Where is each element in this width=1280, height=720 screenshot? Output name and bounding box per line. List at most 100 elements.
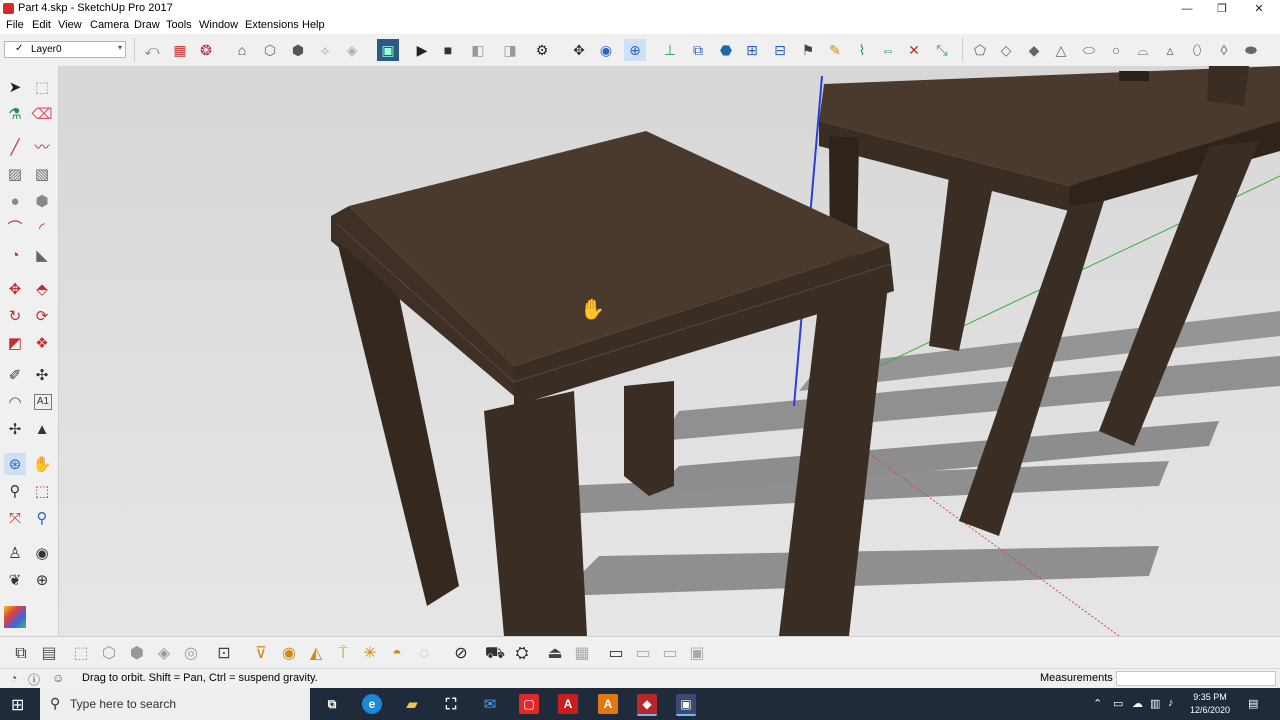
zoom-window-icon[interactable]: ⬚ <box>31 480 53 502</box>
task-view-icon[interactable]: ⧉ <box>322 694 342 714</box>
walk-icon[interactable]: ❦ <box>4 569 26 591</box>
pan-icon[interactable]: ✋ <box>31 453 53 475</box>
2pt-arc-icon[interactable]: ◜ <box>31 217 53 239</box>
cart-icon[interactable]: ⛟ <box>484 643 506 665</box>
grid-icon[interactable]: ▦ <box>571 643 593 665</box>
box-top-icon[interactable]: ⟡ <box>315 40 335 60</box>
taskbar-clock[interactable]: 9:35 PM 12/6/2020 <box>1185 691 1235 717</box>
chevron-down-icon[interactable]: ▾ <box>118 43 122 52</box>
check-icon[interactable]: ⊘ <box>450 643 472 665</box>
user-icon[interactable]: ☺ <box>52 671 66 685</box>
lock-icon[interactable]: ▣ <box>686 643 708 665</box>
rotate-icon[interactable]: ↻ <box>4 305 26 327</box>
views-top-icon[interactable]: ⊞ <box>742 40 762 60</box>
cone-icon[interactable]: ▵ <box>1160 40 1180 60</box>
minimize-button[interactable]: — <box>1170 0 1204 18</box>
store-icon[interactable]: ⛶ <box>441 694 461 714</box>
building-icon[interactable]: ▦ <box>170 40 190 60</box>
components-icon[interactable]: ❂ <box>196 40 216 60</box>
zoom-previous-icon[interactable]: ⚲ <box>31 507 53 529</box>
component-icon[interactable]: ⬚ <box>31 76 53 98</box>
shape-7-icon[interactable]: ⌓ <box>1133 40 1153 60</box>
styles-icon[interactable]: ▤ <box>38 643 60 665</box>
notifications-icon[interactable]: ▤ <box>1248 697 1258 710</box>
tray-cloud-icon[interactable]: ☁ <box>1132 697 1143 710</box>
shape-2-icon[interactable]: ◇ <box>996 40 1016 60</box>
eraser-icon[interactable]: ⌫ <box>31 103 53 125</box>
media-icon[interactable]: ▢ <box>519 694 539 714</box>
play-icon[interactable]: ▶ <box>412 40 432 60</box>
box-blue-icon[interactable]: ⬣ <box>716 40 736 60</box>
dimension-icon[interactable]: ✣ <box>31 364 53 386</box>
pencil-icon[interactable]: ✎ <box>825 40 845 60</box>
arrow-curve-icon[interactable]: ⤺ <box>142 40 162 60</box>
ellipse-icon[interactable]: ⬯ <box>1187 40 1207 60</box>
sandbox-tool-icon[interactable]: ⊡ <box>213 643 235 665</box>
layer-dropdown[interactable]: ✓ Layer0 ▾ <box>4 41 126 58</box>
scene-add-icon[interactable]: ▭ <box>632 643 654 665</box>
windows-start-icon[interactable]: ⊞ <box>11 695 24 715</box>
pie-icon[interactable]: ◔ <box>4 244 26 266</box>
view-record-icon[interactable]: ◨ <box>500 40 520 60</box>
stop-icon[interactable]: ■ <box>438 40 458 60</box>
3d-text-icon[interactable]: ▲ <box>31 418 53 440</box>
taskbar-search[interactable]: ⚲ Type here to search <box>40 688 310 720</box>
sandbox-icon[interactable]: ◈ <box>342 40 362 60</box>
scale-icon[interactable]: ◩ <box>4 332 26 354</box>
monochrome-icon[interactable]: ◎ <box>180 643 202 665</box>
flag-icon[interactable]: ⚑ <box>798 40 818 60</box>
sketchup-task-icon[interactable]: ◆ <box>637 694 657 716</box>
shape-3-icon[interactable]: ◆ <box>1024 40 1044 60</box>
green-tool-icon[interactable]: ⌇ <box>852 40 872 60</box>
close-button[interactable]: ✕ <box>1242 0 1276 18</box>
mail-icon[interactable]: ✉ <box>480 694 500 714</box>
record-icon[interactable]: ◧ <box>468 40 488 60</box>
menu-window[interactable]: Window <box>199 19 238 31</box>
protractor-icon[interactable]: ◠ <box>4 391 26 413</box>
axes-tool-icon[interactable]: ✢ <box>4 418 26 440</box>
3d-viewport[interactable]: ✋ <box>59 66 1280 636</box>
rotated-rect-icon[interactable]: ▧ <box>31 163 53 185</box>
polygon-icon[interactable]: ⬢ <box>31 190 53 212</box>
upload-icon[interactable]: ⏏ <box>544 643 566 665</box>
offset-icon[interactable]: ❖ <box>31 332 53 354</box>
shape-8-icon[interactable]: ◊ <box>1214 40 1234 60</box>
scenes-icon[interactable]: ⍑ <box>332 643 354 665</box>
box-front-icon[interactable]: ⬢ <box>288 40 308 60</box>
edge-icon[interactable]: e <box>362 694 382 714</box>
wireframe-icon[interactable]: ⬡ <box>98 643 120 665</box>
recorder-icon[interactable]: ▣ <box>676 694 696 716</box>
3d-warehouse-icon[interactable]: ⌂ <box>232 40 252 60</box>
views-icon[interactable]: ⧉ <box>688 40 708 60</box>
red-x-icon[interactable]: ✕ <box>904 40 924 60</box>
select-icon[interactable]: ➤ <box>4 76 26 98</box>
orbit-icon[interactable]: ⊕ <box>624 39 646 61</box>
resize-icon[interactable]: ⇔ <box>878 40 898 60</box>
dome-icon[interactable]: ◓ <box>386 643 408 665</box>
style-icon[interactable] <box>4 606 26 628</box>
layers-icon[interactable]: ⧉ <box>10 643 32 665</box>
menu-view[interactable]: View <box>58 19 82 31</box>
menu-tools[interactable]: Tools <box>166 19 192 31</box>
move-icon[interactable]: ✥ <box>4 278 26 300</box>
shadow-icon[interactable]: ◉ <box>278 643 300 665</box>
zoom-extents-icon[interactable]: ⤧ <box>4 507 26 529</box>
xray-icon[interactable]: ⬚ <box>70 643 92 665</box>
file-explorer-icon[interactable]: ▰ <box>402 694 422 714</box>
menu-camera[interactable]: Camera <box>90 19 129 31</box>
menu-draw[interactable]: Draw <box>134 19 160 31</box>
gear-icon[interactable]: ⚙ <box>532 40 552 60</box>
line-icon[interactable]: ╱ <box>4 136 26 158</box>
scene-tab-icon[interactable]: ▭ <box>605 643 627 665</box>
follow-me-icon[interactable]: ⟳ <box>31 305 53 327</box>
fog-icon[interactable]: ◭ <box>305 643 327 665</box>
tray-volume-icon[interactable]: ♪ <box>1168 697 1174 709</box>
position-camera-icon[interactable]: ♙ <box>4 542 26 564</box>
scene-edit-icon[interactable]: ▭ <box>659 643 681 665</box>
zoom-icon[interactable]: ⚲ <box>4 480 26 502</box>
office-app-icon[interactable]: A <box>598 694 618 714</box>
shaded-icon[interactable]: ◈ <box>153 643 175 665</box>
paint-bucket-icon[interactable]: ⚗ <box>4 103 26 125</box>
extra-icon[interactable]: ◌ <box>413 643 435 665</box>
menu-extensions[interactable]: Extensions <box>245 19 299 31</box>
